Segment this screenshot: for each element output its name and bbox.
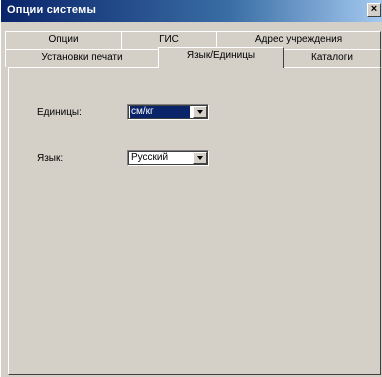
units-select[interactable]: см/кг xyxy=(127,104,209,120)
chevron-down-icon[interactable] xyxy=(193,106,207,118)
window-title: Опции системы xyxy=(7,4,97,16)
tab-catalogs[interactable]: Каталоги xyxy=(283,49,381,67)
language-select[interactable]: Русский xyxy=(127,150,209,166)
language-select-value: Русский xyxy=(131,152,169,163)
tab-options[interactable]: Опции xyxy=(5,31,122,49)
tab-label: Адрес учреждения xyxy=(254,34,343,45)
tab-label: Опции xyxy=(48,34,79,45)
title-bar: Опции системы × xyxy=(1,0,382,22)
units-label: Единицы: xyxy=(37,107,82,118)
tab-print-settings[interactable]: Установки печати xyxy=(5,49,159,67)
close-icon: × xyxy=(370,3,378,15)
units-select-value: см/кг xyxy=(130,106,190,118)
tab-label: Язык/Единицы xyxy=(186,50,256,61)
close-button[interactable]: × xyxy=(367,3,381,17)
tab-language-units[interactable]: Язык/Единицы xyxy=(158,47,284,68)
language-label: Язык: xyxy=(37,153,64,164)
system-options-dialog: Опции системы × Опции ГИС Адрес учрежден… xyxy=(0,0,382,377)
chevron-down-icon[interactable] xyxy=(193,152,207,164)
tab-label: ГИС xyxy=(159,34,179,45)
language-units-panel: Единицы: см/кг Язык: Русский xyxy=(8,67,381,375)
tab-label: Установки печати xyxy=(41,52,123,63)
tab-label: Каталоги xyxy=(311,52,353,63)
